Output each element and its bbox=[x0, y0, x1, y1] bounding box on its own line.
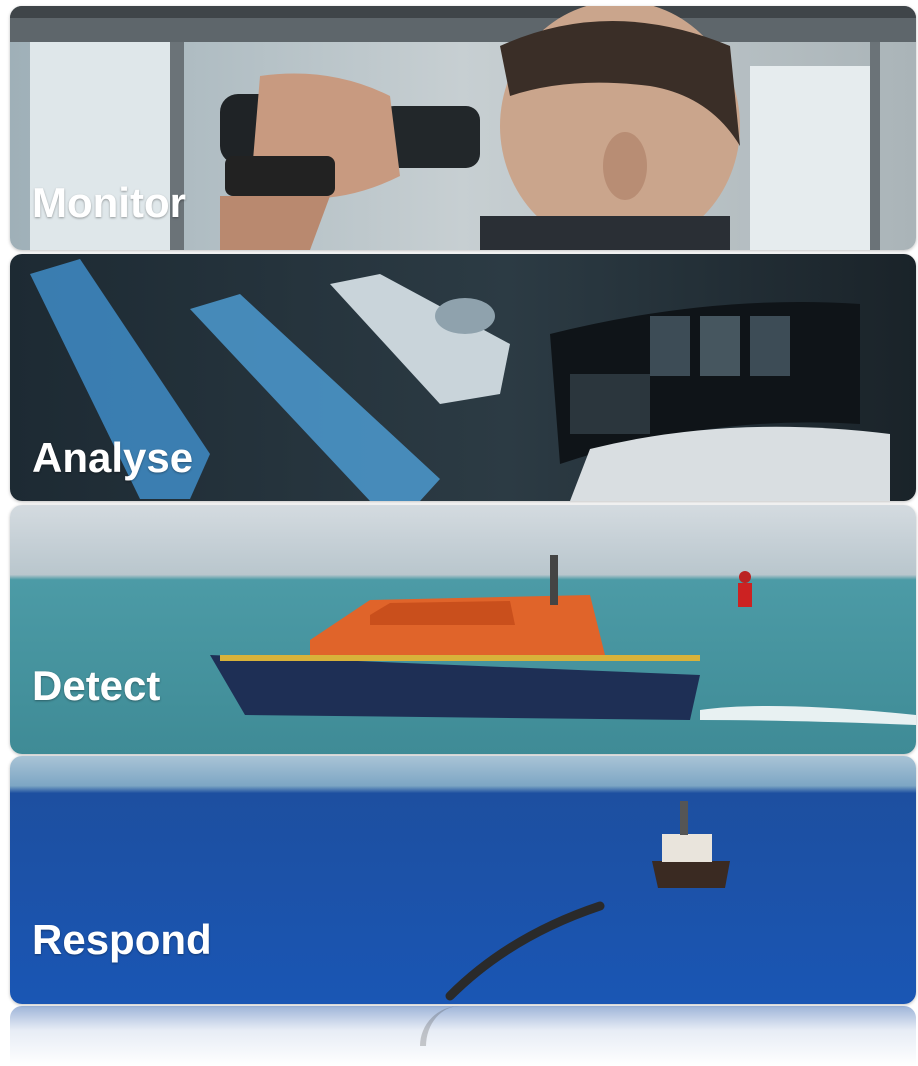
detect-photo bbox=[10, 505, 916, 754]
respond-photo bbox=[10, 756, 916, 1004]
reflection-rope bbox=[420, 1006, 506, 1046]
analyse-panel[interactable]: Analyse bbox=[10, 254, 916, 501]
respond-label: Respond bbox=[32, 916, 212, 963]
detect-label: Detect bbox=[32, 662, 161, 709]
monitor-panel[interactable]: Monitor bbox=[10, 6, 916, 250]
analyse-label: Analyse bbox=[32, 434, 194, 481]
respond-panel[interactable]: Respond bbox=[10, 756, 916, 1004]
reflection-strip bbox=[10, 1006, 916, 1066]
monitor-label: Monitor bbox=[32, 179, 186, 226]
detect-panel[interactable]: Detect bbox=[10, 505, 916, 754]
